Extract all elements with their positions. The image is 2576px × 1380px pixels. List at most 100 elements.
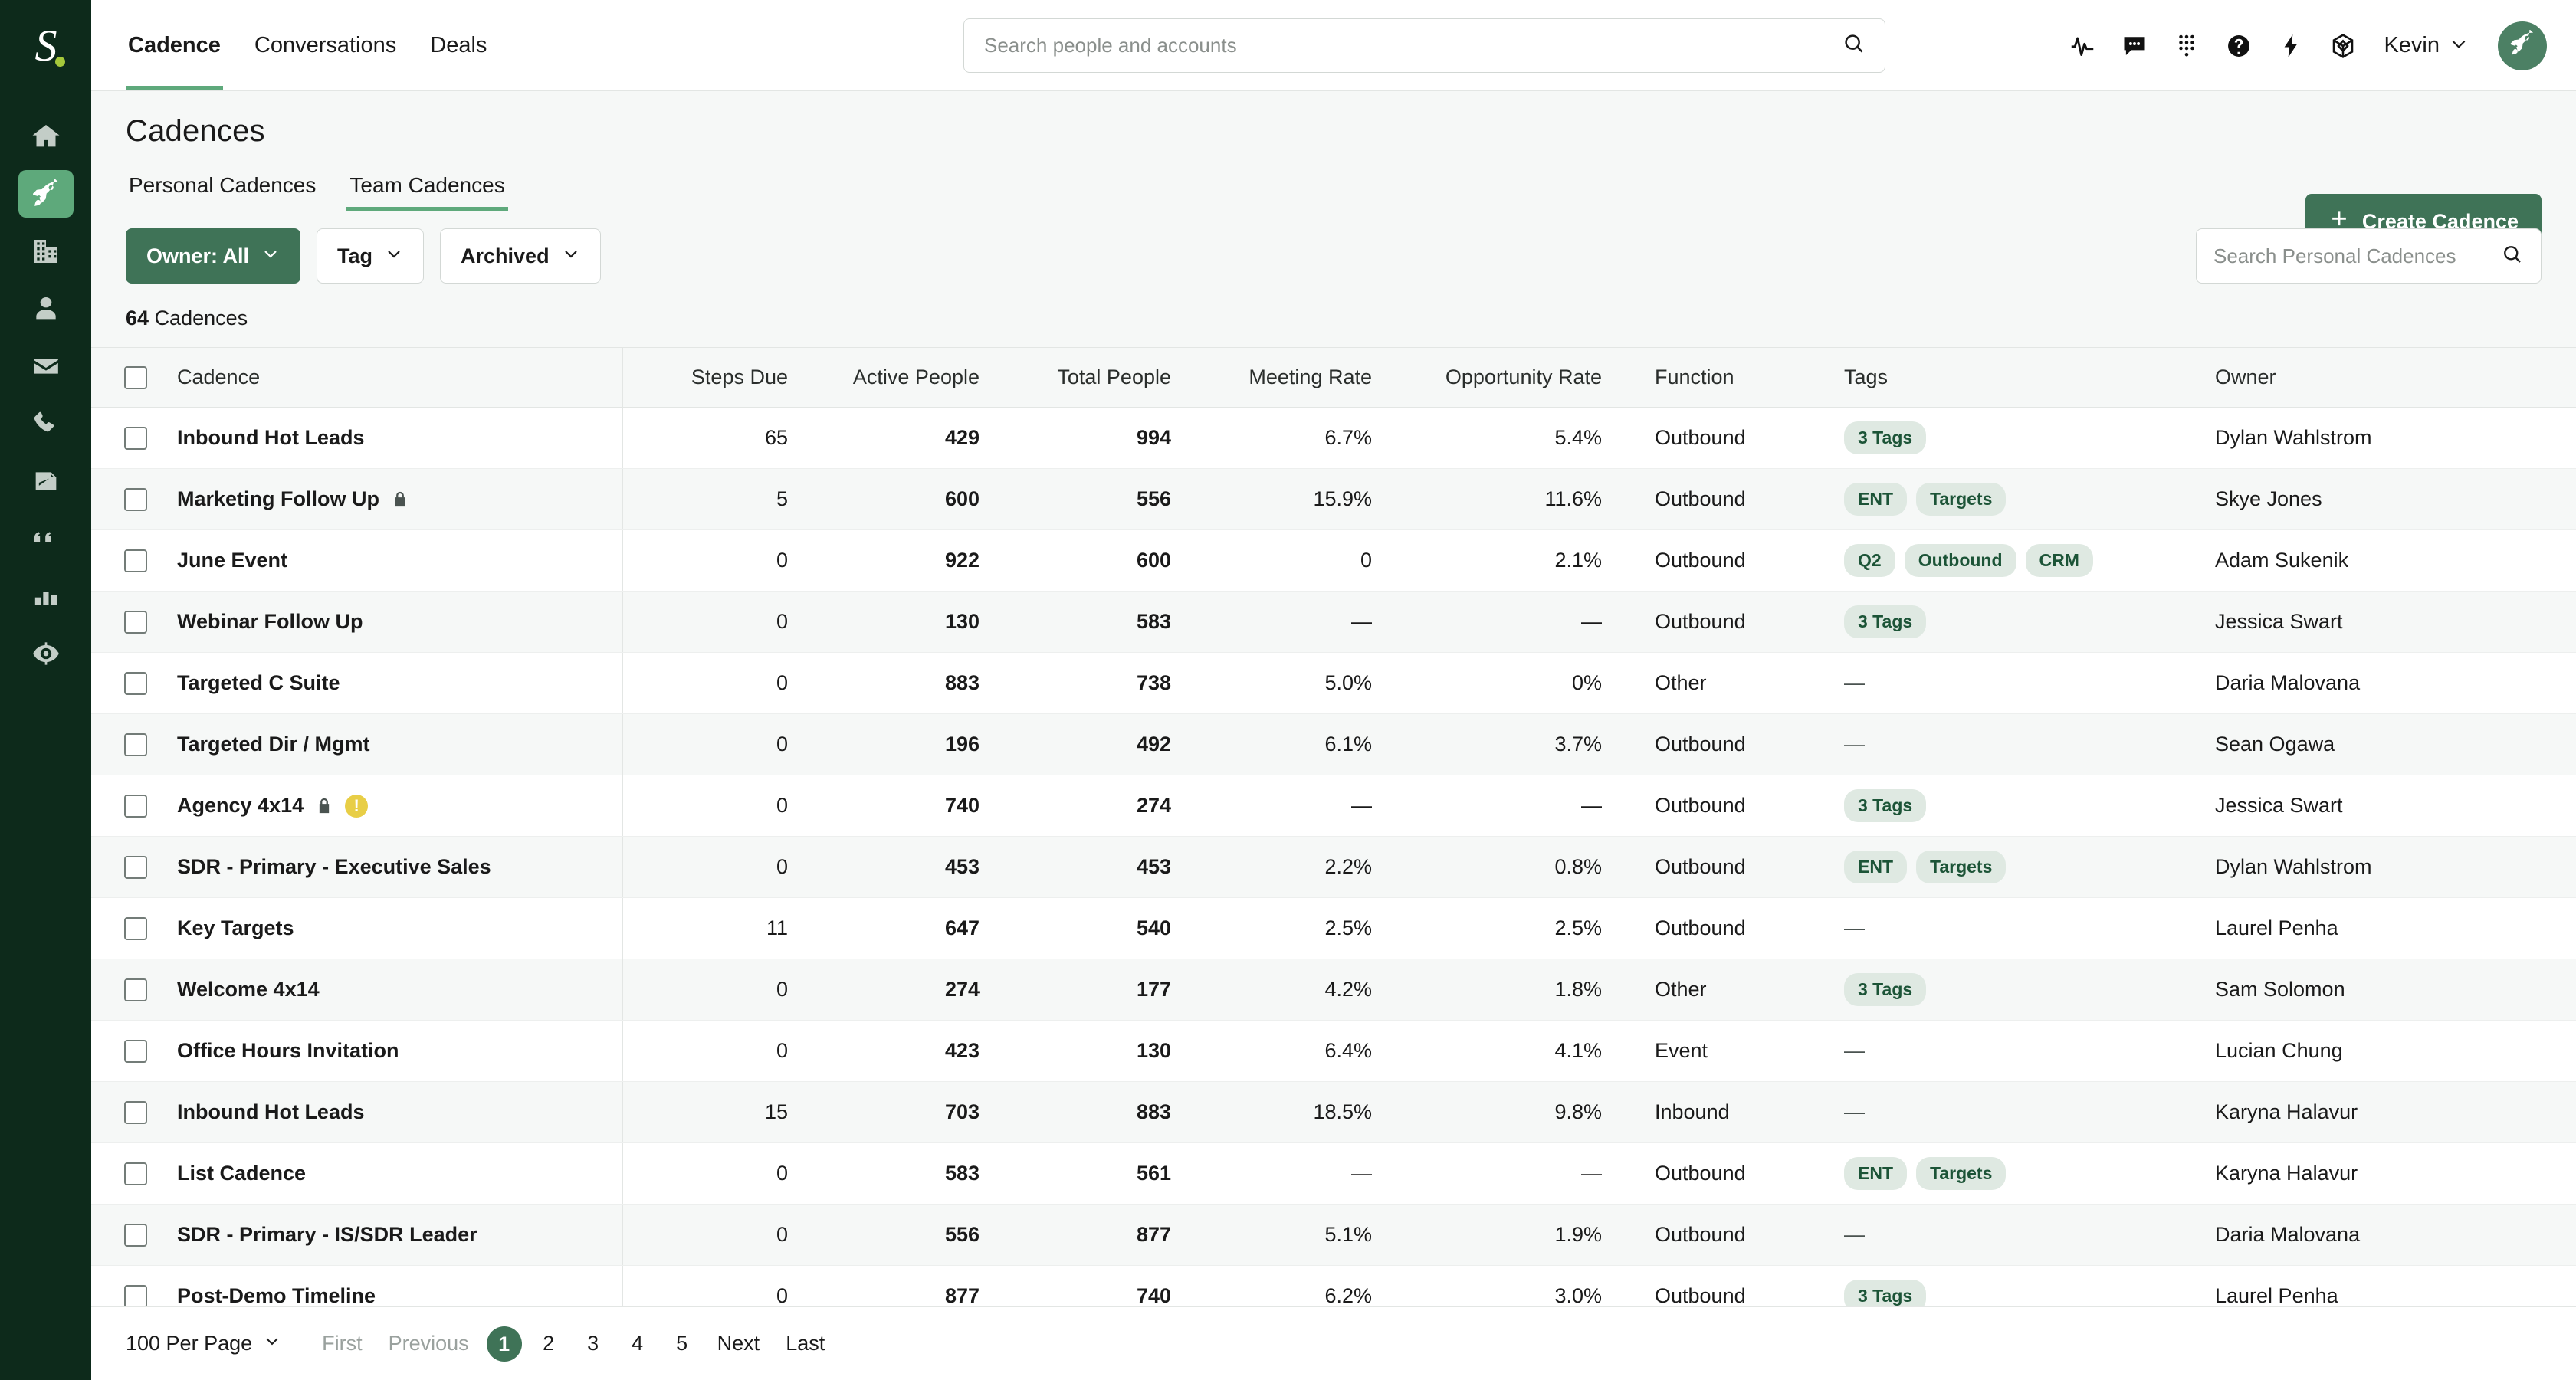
cadence-name-link[interactable]: List Cadence: [177, 1162, 306, 1185]
table-row[interactable]: Inbound Hot Leads 15 703 883 18.5% 9.8% Inboun…: [91, 1081, 2576, 1143]
pagination-next[interactable]: Next: [704, 1332, 773, 1355]
cadence-search-input[interactable]: [2213, 244, 2501, 268]
sidebar-item-emails[interactable]: [18, 343, 74, 390]
filter-owner-button[interactable]: Owner: All: [126, 228, 301, 284]
cadence-name-link[interactable]: Targeted C Suite: [177, 671, 340, 695]
activity-pulse-icon[interactable]: [2068, 31, 2097, 61]
row-checkbox[interactable]: [124, 1101, 147, 1125]
tag-pill[interactable]: 3 Tags: [1844, 421, 1927, 454]
cadence-name-link[interactable]: Targeted Dir / Mgmt: [177, 733, 370, 756]
table-row[interactable]: June Event 0 922 600 0 2.1% Outbound Q2 Outbound…: [91, 529, 2576, 592]
chat-bubble-icon[interactable]: [2120, 31, 2149, 61]
sidebar-item-calls[interactable]: [18, 400, 74, 447]
table-row[interactable]: Webinar Follow Up 0 130 583— — Outbound 3 Tags…: [91, 591, 2576, 653]
tag-pill[interactable]: CRM: [2025, 544, 2093, 577]
row-checkbox[interactable]: [124, 1162, 147, 1186]
sidebar-item-accounts[interactable]: [18, 228, 74, 275]
sidebar-item-templates[interactable]: [18, 457, 74, 505]
app-logo[interactable]: S: [0, 0, 91, 91]
row-checkbox[interactable]: [124, 672, 147, 696]
tag-pill[interactable]: ENT: [1844, 1157, 1907, 1190]
global-search[interactable]: [963, 18, 1885, 73]
tag-pill[interactable]: 3 Tags: [1844, 605, 1927, 638]
select-all-checkbox[interactable]: [124, 366, 147, 390]
column-header-owner[interactable]: Owner: [2187, 347, 2576, 408]
cadence-name-link[interactable]: SDR - Primary - Executive Sales: [177, 855, 491, 879]
row-checkbox[interactable]: [124, 1040, 147, 1064]
cadence-name-link[interactable]: Marketing Follow Up: [177, 487, 379, 511]
filter-archived-button[interactable]: Archived: [440, 228, 601, 284]
table-row[interactable]: SDR - Primary - Executive Sales 0 453 453 2.…: [91, 836, 2576, 898]
cadence-name-link[interactable]: Inbound Hot Leads: [177, 426, 364, 450]
row-checkbox[interactable]: [124, 427, 147, 451]
per-page-selector[interactable]: 100 Per Page: [126, 1332, 281, 1355]
table-row[interactable]: Office Hours Invitation 0 423 130 6.4% 4.1% Ev…: [91, 1020, 2576, 1082]
cadence-name-link[interactable]: SDR - Primary - IS/SDR Leader: [177, 1223, 477, 1247]
row-checkbox[interactable]: [124, 488, 147, 512]
table-row[interactable]: Agency 4x14! 0 740 274— — Outbound 3 Tags Jessi…: [91, 775, 2576, 837]
column-header-active-people[interactable]: Active People: [814, 347, 1006, 408]
tab-personal-cadences[interactable]: Personal Cadences: [126, 173, 319, 211]
tag-pill[interactable]: ENT: [1844, 851, 1907, 883]
filter-tag-button[interactable]: Tag: [317, 228, 425, 284]
row-checkbox[interactable]: [124, 795, 147, 818]
sidebar-item-home[interactable]: [18, 113, 74, 160]
tag-pill[interactable]: ENT: [1844, 483, 1907, 516]
row-checkbox[interactable]: [124, 856, 147, 880]
cadence-name-link[interactable]: Key Targets: [177, 916, 294, 940]
column-header-steps-due[interactable]: Steps Due: [622, 347, 814, 408]
column-header-tags[interactable]: Tags: [1820, 347, 2187, 408]
tag-pill[interactable]: 3 Tags: [1844, 1280, 1927, 1306]
sidebar-item-analytics[interactable]: [18, 572, 74, 620]
table-row[interactable]: SDR - Primary - IS/SDR Leader 0 556 877 5.1%…: [91, 1204, 2576, 1266]
cadence-name-link[interactable]: Agency 4x14: [177, 794, 304, 818]
nav-tab-cadence[interactable]: Cadence: [126, 0, 223, 90]
row-checkbox[interactable]: [124, 917, 147, 941]
row-checkbox[interactable]: [124, 549, 147, 573]
column-header-function[interactable]: Function: [1628, 347, 1820, 408]
table-row[interactable]: Marketing Follow Up 5 600 556 15.9% 11.6% Outb…: [91, 468, 2576, 530]
nav-tab-conversations[interactable]: Conversations: [252, 0, 399, 90]
table-row[interactable]: Key Targets 11 647 540 2.5% 2.5% Outbound — Laur…: [91, 897, 2576, 959]
row-checkbox[interactable]: [124, 978, 147, 1002]
tag-pill[interactable]: 3 Tags: [1844, 789, 1927, 822]
pagination-page-4[interactable]: 4: [620, 1332, 655, 1355]
pagination-previous[interactable]: Previous: [376, 1332, 482, 1355]
table-row[interactable]: List Cadence 0 583 561— — Outbound ENT Targets K…: [91, 1142, 2576, 1205]
tab-team-cadences[interactable]: Team Cadences: [346, 173, 509, 211]
table-row[interactable]: Targeted Dir / Mgmt 0 196 492 6.1% 3.7% Outbou…: [91, 713, 2576, 775]
sidebar-item-goals[interactable]: [18, 630, 74, 677]
tag-pill[interactable]: Q2: [1844, 544, 1895, 577]
cadence-name-link[interactable]: Post-Demo Timeline: [177, 1284, 376, 1306]
tag-pill[interactable]: Targets: [1916, 483, 2007, 516]
user-menu[interactable]: Kevin: [2384, 33, 2469, 58]
pagination-last[interactable]: Last: [773, 1332, 838, 1355]
pagination-page-5[interactable]: 5: [665, 1332, 700, 1355]
sidebar-item-people[interactable]: [18, 285, 74, 333]
nav-tab-deals[interactable]: Deals: [428, 0, 489, 90]
cadence-name-link[interactable]: June Event: [177, 549, 287, 572]
table-row[interactable]: Targeted C Suite 0 883 738 5.0% 0% Other — Daria…: [91, 652, 2576, 714]
pagination-page-2[interactable]: 2: [531, 1332, 566, 1355]
row-checkbox[interactable]: [124, 1224, 147, 1247]
pagination-page-3[interactable]: 3: [576, 1332, 611, 1355]
tag-pill[interactable]: Targets: [1916, 851, 2007, 883]
column-header-meeting-rate[interactable]: Meeting Rate: [1197, 347, 1398, 408]
column-header-cadence[interactable]: Cadence: [165, 347, 623, 408]
search-input[interactable]: [984, 34, 1842, 57]
column-header-opportunity-rate[interactable]: Opportunity Rate: [1398, 347, 1628, 408]
tag-pill[interactable]: Targets: [1916, 1157, 2007, 1190]
row-checkbox[interactable]: [124, 611, 147, 634]
table-row[interactable]: Inbound Hot Leads 65 429 994 6.7% 5.4% Outboun…: [91, 407, 2576, 469]
pagination-page-1[interactable]: 1: [486, 1326, 522, 1362]
tag-pill[interactable]: Outbound: [1904, 544, 2016, 577]
row-checkbox[interactable]: [124, 1285, 147, 1306]
table-row[interactable]: Post-Demo Timeline 0 877 740 6.2% 3.0% Outboun…: [91, 1265, 2576, 1306]
help-circle-icon[interactable]: [2224, 31, 2253, 61]
cadence-name-link[interactable]: Welcome 4x14: [177, 978, 320, 1001]
table-row[interactable]: Welcome 4x14 0 274 177 4.2% 1.8% Other 3 Tags Sa…: [91, 959, 2576, 1021]
avatar[interactable]: [2498, 21, 2547, 70]
hexagon-gem-icon[interactable]: [2328, 31, 2358, 61]
lightning-bolt-icon[interactable]: [2276, 31, 2305, 61]
column-header-total-people[interactable]: Total People: [1006, 347, 1197, 408]
